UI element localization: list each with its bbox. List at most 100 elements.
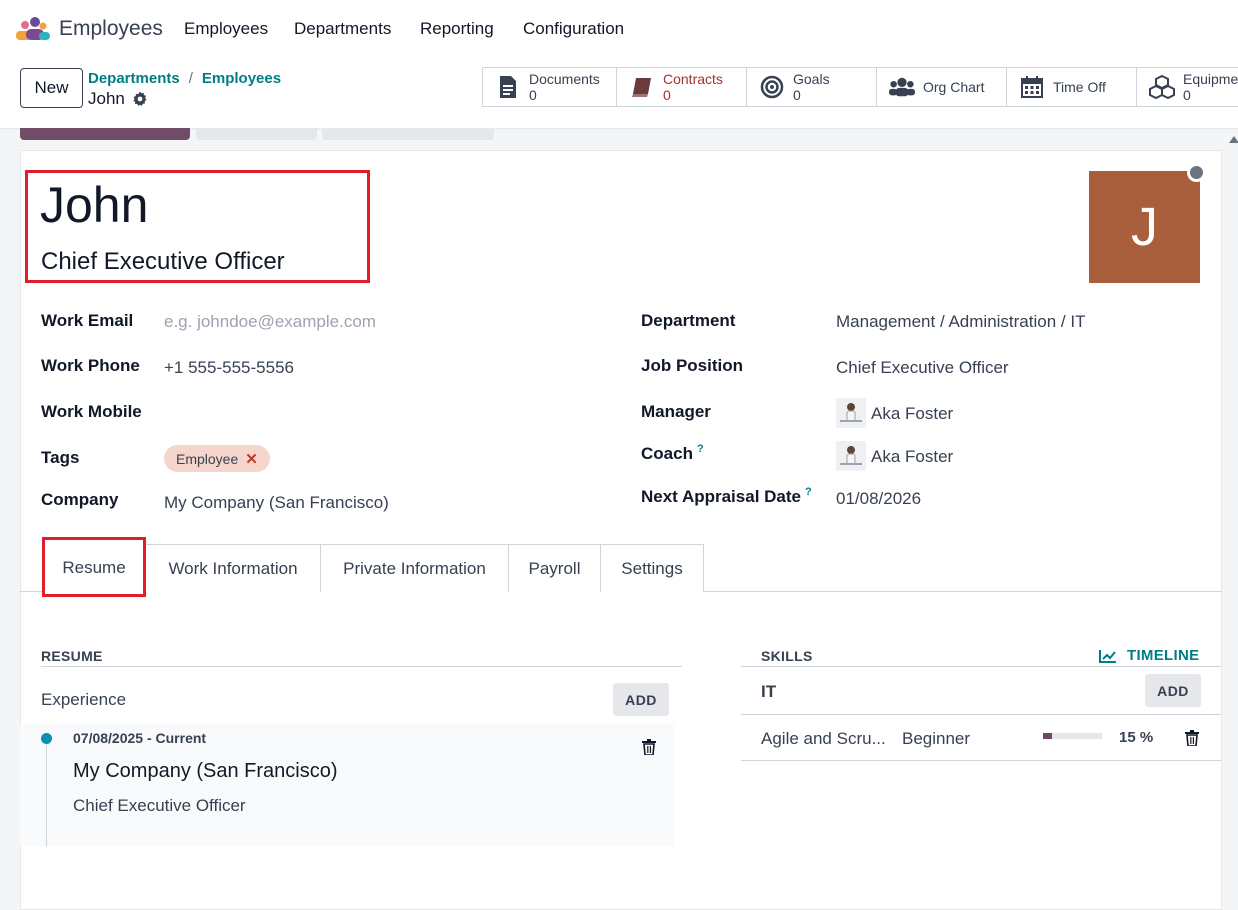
timeline-label: TIMELINE <box>1127 647 1200 664</box>
appraisal-date-field[interactable]: 01/08/2026 <box>836 489 921 509</box>
add-skill-button[interactable]: ADD <box>1145 674 1201 707</box>
remove-tag-icon[interactable]: ✕ <box>245 450 258 468</box>
manager-label: Manager <box>641 402 711 421</box>
resume-line-dates: 07/08/2025 - Current <box>73 730 207 746</box>
launch-plan-button[interactable] <box>20 128 190 140</box>
skill-progress-text: 15 % <box>1119 729 1154 746</box>
goals-count: 0 <box>793 87 801 103</box>
documents-label: Documents <box>529 71 600 87</box>
resume-divider <box>41 666 682 667</box>
skills-section-title: SKILLS <box>761 648 813 664</box>
equipment-count: 0 <box>1183 87 1191 103</box>
work-email-input[interactable]: e.g. johndoe@example.com <box>164 312 376 332</box>
resume-section-title: RESUME <box>41 648 103 664</box>
employees-app-logo-icon[interactable] <box>15 16 51 42</box>
current-record-name: John <box>88 89 125 108</box>
tab-settings[interactable]: Settings <box>600 544 704 592</box>
contracts-count: 0 <box>663 87 671 103</box>
company-label: Company <box>41 490 119 509</box>
job-position-label: Job Position <box>641 356 743 375</box>
work-email-label: Work Email <box>41 311 134 330</box>
coach-label: Coach? <box>641 443 704 464</box>
coach-help-icon[interactable]: ? <box>697 443 704 455</box>
documents-count: 0 <box>529 87 537 103</box>
manager-field[interactable]: Aka Foster <box>871 404 953 424</box>
header-button-3[interactable] <box>322 128 494 140</box>
contracts-label: Contracts <box>663 71 723 87</box>
company-field[interactable]: My Company (San Francisco) <box>164 493 389 513</box>
department-field[interactable]: Management / Administration / IT <box>836 312 1085 332</box>
resume-line-company: My Company (San Francisco) <box>73 760 338 782</box>
work-mobile-input[interactable] <box>164 402 464 424</box>
skill-progress-fill <box>1043 733 1052 739</box>
employee-avatar[interactable]: J <box>1089 171 1200 283</box>
name-highlight-box <box>25 170 370 283</box>
contracts-smart-button[interactable]: Contracts 0 <box>616 67 747 107</box>
breadcrumb-separator: / <box>188 70 193 87</box>
coach-label-text: Coach <box>641 444 693 463</box>
coach-avatar <box>836 441 866 471</box>
documents-smart-button[interactable]: Documents 0 <box>482 67 617 107</box>
time-off-label: Time Off <box>1053 79 1106 95</box>
users-icon <box>889 74 915 100</box>
breadcrumb-departments[interactable]: Departments <box>88 70 180 87</box>
manager-avatar <box>836 398 866 428</box>
boxes-icon <box>1149 74 1175 100</box>
appraisal-label: Next Appraisal Date? <box>641 486 812 507</box>
appraisal-label-text: Next Appraisal Date <box>641 487 801 506</box>
org-chart-smart-button[interactable]: Org Chart <box>876 67 1007 107</box>
trash-icon[interactable] <box>1185 730 1199 746</box>
top-navbar: Employees Employees Departments Reportin… <box>0 0 1238 57</box>
goals-label: Goals <box>793 71 830 87</box>
new-button[interactable]: New <box>20 68 83 108</box>
tab-private-information[interactable]: Private Information <box>320 544 509 592</box>
calendar-icon <box>1019 74 1045 100</box>
work-phone-input[interactable]: +1 555-555-5556 <box>164 358 294 378</box>
timeline-dot <box>41 733 52 744</box>
skill-group-it: IT <box>761 682 777 701</box>
control-panel: New Departments / Employees John Documents… <box>0 57 1238 129</box>
target-icon <box>759 74 785 100</box>
time-off-smart-button[interactable]: Time Off <box>1006 67 1137 107</box>
skill-progress-bar <box>1043 733 1102 739</box>
tab-payroll[interactable]: Payroll <box>508 544 601 592</box>
goals-smart-button[interactable]: Goals 0 <box>746 67 877 107</box>
skill-name: Agile and Scru... <box>761 729 886 748</box>
appraisal-help-icon[interactable]: ? <box>805 486 812 498</box>
experience-label: Experience <box>41 690 127 709</box>
coach-field[interactable]: Aka Foster <box>871 447 953 467</box>
org-chart-label: Org Chart <box>923 79 985 95</box>
tab-work-information[interactable]: Work Information <box>145 544 321 592</box>
scroll-up-arrow-icon[interactable] <box>1229 136 1238 143</box>
menu-reporting[interactable]: Reporting <box>420 19 494 39</box>
timeline-line <box>46 742 47 847</box>
app-name[interactable]: Employees <box>59 17 163 41</box>
presence-status-dot <box>1187 163 1206 182</box>
skill-level: Beginner <box>902 729 971 748</box>
department-label: Department <box>641 311 736 330</box>
work-phone-label: Work Phone <box>41 356 140 375</box>
resume-tab-highlight-box <box>42 537 146 597</box>
header-button-2[interactable] <box>196 128 317 140</box>
breadcrumb-employees[interactable]: Employees <box>202 70 281 87</box>
timeline-button[interactable]: TIMELINE <box>1099 647 1199 664</box>
breadcrumb-current: John <box>88 89 148 109</box>
equipment-label: Equipme <box>1183 71 1238 87</box>
skills-divider <box>741 666 1221 667</box>
menu-employees[interactable]: Employees <box>184 19 268 39</box>
job-position-field[interactable]: Chief Executive Officer <box>836 358 1009 378</box>
menu-departments[interactable]: Departments <box>294 19 391 39</box>
add-resume-line-button[interactable]: ADD <box>613 683 669 716</box>
tags-label: Tags <box>41 448 80 467</box>
tag-employee[interactable]: Employee ✕ <box>164 445 270 472</box>
equipment-smart-button[interactable]: Equipme 0 <box>1136 67 1238 107</box>
document-icon <box>495 74 521 100</box>
trash-icon[interactable] <box>642 739 656 755</box>
book-icon <box>629 74 655 100</box>
breadcrumb: Departments / Employees <box>88 70 281 87</box>
tag-label: Employee <box>176 450 239 467</box>
resume-line-position: Chief Executive Officer <box>73 796 246 815</box>
gear-icon[interactable] <box>132 91 148 107</box>
work-mobile-label: Work Mobile <box>41 402 142 421</box>
menu-configuration[interactable]: Configuration <box>523 19 624 39</box>
